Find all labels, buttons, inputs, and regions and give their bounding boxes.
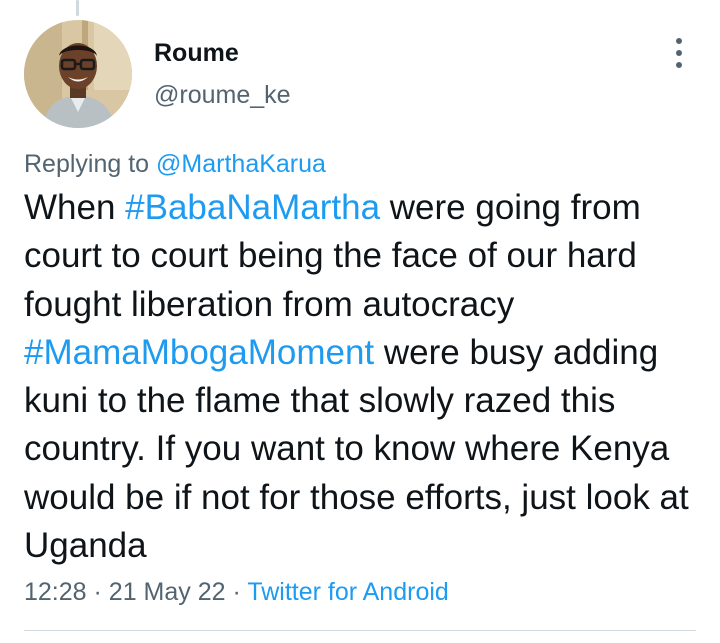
tweet-header: Roume @roume_ke bbox=[22, 20, 696, 130]
meta-separator: · bbox=[93, 578, 102, 606]
meta-separator: · bbox=[232, 578, 241, 606]
more-dot bbox=[676, 50, 682, 56]
hashtag-link[interactable]: #BabaNaMartha bbox=[125, 188, 380, 227]
replying-to-label: Replying to bbox=[24, 150, 150, 178]
reply-mention-link[interactable]: @MarthaKarua bbox=[156, 150, 326, 178]
tweet-text: When #BabaNaMartha were going from court… bbox=[24, 184, 704, 570]
tweet-meta: 12:28 · 21 May 22 · Twitter for Android bbox=[24, 576, 449, 608]
avatar-image bbox=[24, 20, 132, 128]
tweet-time[interactable]: 12:28 bbox=[24, 578, 87, 606]
tweet-source-link[interactable]: Twitter for Android bbox=[247, 578, 448, 606]
thread-connector-line bbox=[76, 0, 79, 16]
divider bbox=[24, 630, 696, 631]
user-handle[interactable]: @roume_ke bbox=[154, 80, 291, 110]
more-dot bbox=[676, 62, 682, 68]
user-info: Roume @roume_ke bbox=[154, 38, 291, 110]
more-dot bbox=[676, 38, 682, 44]
avatar[interactable] bbox=[24, 20, 132, 128]
tweet-date[interactable]: 21 May 22 bbox=[109, 578, 226, 606]
tweet-text-segment: When bbox=[24, 188, 126, 227]
display-name[interactable]: Roume bbox=[154, 38, 291, 68]
more-vertical-icon[interactable] bbox=[670, 38, 688, 68]
hashtag-link[interactable]: #MamaMbogaMoment bbox=[24, 333, 374, 372]
replying-to: Replying to @MarthaKarua bbox=[24, 148, 326, 180]
